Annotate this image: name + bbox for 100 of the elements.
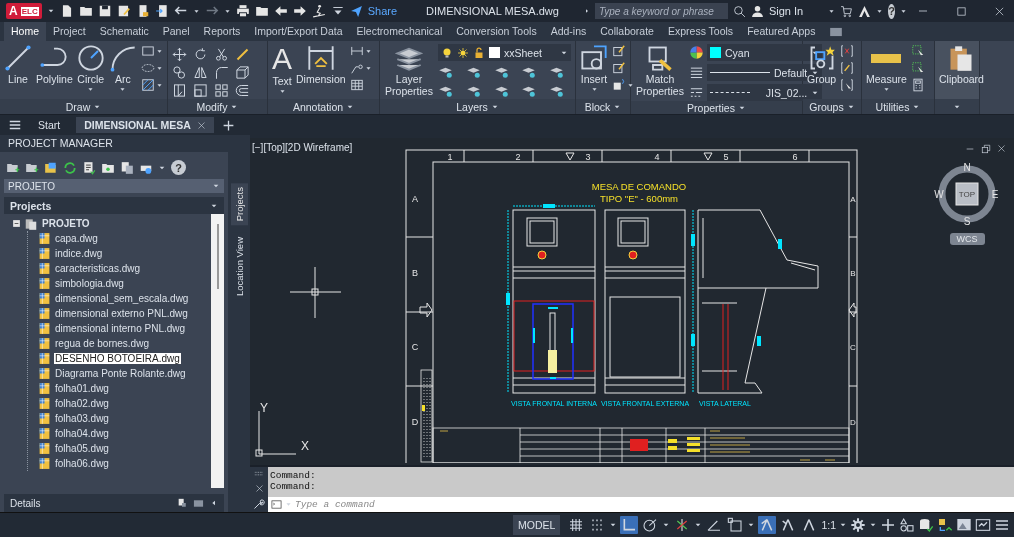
import-icon[interactable] xyxy=(154,4,169,18)
layer-dropdown[interactable]: xxSheet xyxy=(438,44,571,61)
lock-icon[interactable] xyxy=(473,46,485,59)
rectangle-icon[interactable] xyxy=(140,44,155,58)
erase-icon[interactable] xyxy=(235,47,250,62)
ribbon-tab[interactable]: Home xyxy=(4,22,46,41)
caret-icon[interactable] xyxy=(627,81,634,89)
caret-icon[interactable] xyxy=(155,47,163,55)
move-icon[interactable] xyxy=(172,47,187,62)
scale-icon[interactable] xyxy=(193,83,208,98)
search-field[interactable]: Type a keyword or phrase xyxy=(594,3,728,19)
forward-icon[interactable] xyxy=(292,4,307,18)
image-icon[interactable] xyxy=(956,517,972,533)
rotate-icon[interactable] xyxy=(193,47,208,62)
caret-icon[interactable] xyxy=(155,81,163,89)
caret-icon[interactable] xyxy=(662,521,671,529)
caret-icon[interactable] xyxy=(155,64,163,72)
quick-select-icon[interactable] xyxy=(910,44,925,58)
app-logo[interactable]: A ELC xyxy=(6,3,42,19)
settings-icon[interactable] xyxy=(850,517,866,533)
ribbon-tab[interactable]: Express Tools xyxy=(660,22,741,41)
back-icon[interactable] xyxy=(273,4,288,18)
tree-item[interactable]: PROJETO xyxy=(41,218,91,229)
offset-icon[interactable] xyxy=(235,83,250,98)
caret-icon[interactable] xyxy=(46,7,55,15)
close-icon[interactable] xyxy=(993,5,1005,17)
caret-icon[interactable] xyxy=(364,64,372,72)
ribbon-tool[interactable]: Circle xyxy=(76,44,105,93)
cube-icon[interactable] xyxy=(235,65,250,80)
document-tab[interactable]: DIMENSIONAL MESA xyxy=(76,117,214,133)
open-folder-icon[interactable] xyxy=(78,4,93,18)
annotation-visibility-icon[interactable] xyxy=(758,516,777,534)
tree-item[interactable]: folha05.dwg xyxy=(54,443,110,454)
share-icon[interactable] xyxy=(349,4,363,18)
copy-icon[interactable] xyxy=(172,65,187,80)
folder-icon[interactable] xyxy=(254,4,269,18)
ribbon-tool[interactable]: Line xyxy=(4,44,32,85)
tree-item[interactable]: folha04.dwg xyxy=(54,428,110,439)
close-icon[interactable] xyxy=(997,144,1006,153)
tree-item[interactable]: DESENHO BOTOEIRA.dwg xyxy=(54,353,181,364)
collapse-arrow-icon[interactable] xyxy=(210,499,218,507)
save-icon[interactable] xyxy=(97,4,112,18)
tree-item[interactable]: folha06.dwg xyxy=(54,458,110,469)
ortho-icon[interactable] xyxy=(620,516,639,534)
caret-icon[interactable] xyxy=(839,521,847,529)
tree-item[interactable]: dimensional interno PNL.dwg xyxy=(54,323,187,334)
tree-item[interactable]: dimensional externo PNL.dwg xyxy=(54,308,189,319)
ribbon-tool[interactable]: Polyline xyxy=(36,44,73,85)
project-dropdown[interactable]: PROJETO xyxy=(4,179,224,193)
stretch-icon[interactable] xyxy=(172,83,187,98)
caret-icon[interactable] xyxy=(87,86,95,93)
ribbon-tab[interactable]: Add-ins xyxy=(543,22,594,41)
document-icon[interactable] xyxy=(177,498,187,508)
ribbon-tab[interactable]: Conversion Tools xyxy=(449,22,544,41)
lineweight-icon[interactable] xyxy=(689,65,704,80)
ribbon-tab[interactable]: Featured Apps xyxy=(740,22,823,41)
ungroup-icon[interactable] xyxy=(840,44,855,58)
tree-item[interactable]: capa.dwg xyxy=(54,233,99,244)
ribbon-tab[interactable]: Reports xyxy=(196,22,248,41)
collapse-icon[interactable] xyxy=(12,219,21,228)
tree-item[interactable]: folha02.dwg xyxy=(54,398,110,409)
ribbon-tool[interactable]: A Text xyxy=(272,44,292,95)
ribbon-tool[interactable]: Insert xyxy=(580,44,608,93)
tree-item[interactable]: simbologia.dwg xyxy=(54,278,125,289)
ribbon-tool[interactable]: Layer Properties xyxy=(384,44,434,97)
caret-icon[interactable] xyxy=(747,521,756,529)
tree-item[interactable]: Diagrama Ponte Rolante.dwg xyxy=(54,368,187,379)
block-tool-icon[interactable] xyxy=(612,78,626,92)
ribbon-tool[interactable]: Measure xyxy=(866,44,907,93)
folder-image-icon[interactable] xyxy=(44,160,58,175)
ribbon-tab[interactable]: Import/Export Data xyxy=(247,22,350,41)
linear-dimension-icon[interactable] xyxy=(349,44,364,58)
edit-attributes-icon[interactable] xyxy=(612,61,626,75)
close-icon[interactable] xyxy=(254,484,264,493)
preview-icon[interactable] xyxy=(193,497,204,509)
trim-icon[interactable] xyxy=(214,47,229,62)
monitor-icon[interactable] xyxy=(975,517,991,533)
ribbon-tab[interactable]: Collaborate xyxy=(593,22,661,41)
linetype-icon[interactable] xyxy=(689,85,704,100)
caret-icon[interactable] xyxy=(609,521,618,529)
fillet-icon[interactable] xyxy=(214,65,229,80)
edit-block-icon[interactable] xyxy=(612,44,626,58)
ribbon-tool[interactable]: Match Properties xyxy=(635,44,685,97)
panel-toggle-icon[interactable] xyxy=(829,25,844,39)
caret-icon[interactable] xyxy=(278,88,286,95)
caret-icon[interactable] xyxy=(828,7,836,15)
color-wheel-icon[interactable] xyxy=(689,45,704,60)
close-icon[interactable] xyxy=(196,120,206,130)
mirror-icon[interactable] xyxy=(193,65,208,80)
panel-title[interactable]: Draw xyxy=(65,100,91,113)
peak-icon[interactable] xyxy=(858,4,872,18)
ribbon-tab[interactable]: Project xyxy=(46,22,93,41)
linetype-dropdown[interactable]: JIS_02... xyxy=(707,84,823,101)
search-icon[interactable] xyxy=(732,4,746,18)
leader-icon[interactable] xyxy=(349,61,364,75)
help-icon[interactable]: ? xyxy=(171,160,186,175)
sign-in-link[interactable]: Sign In xyxy=(768,5,804,17)
object-snap-icon[interactable] xyxy=(726,516,745,534)
section-header[interactable]: Projects xyxy=(4,197,224,214)
user-icon[interactable] xyxy=(750,4,764,18)
